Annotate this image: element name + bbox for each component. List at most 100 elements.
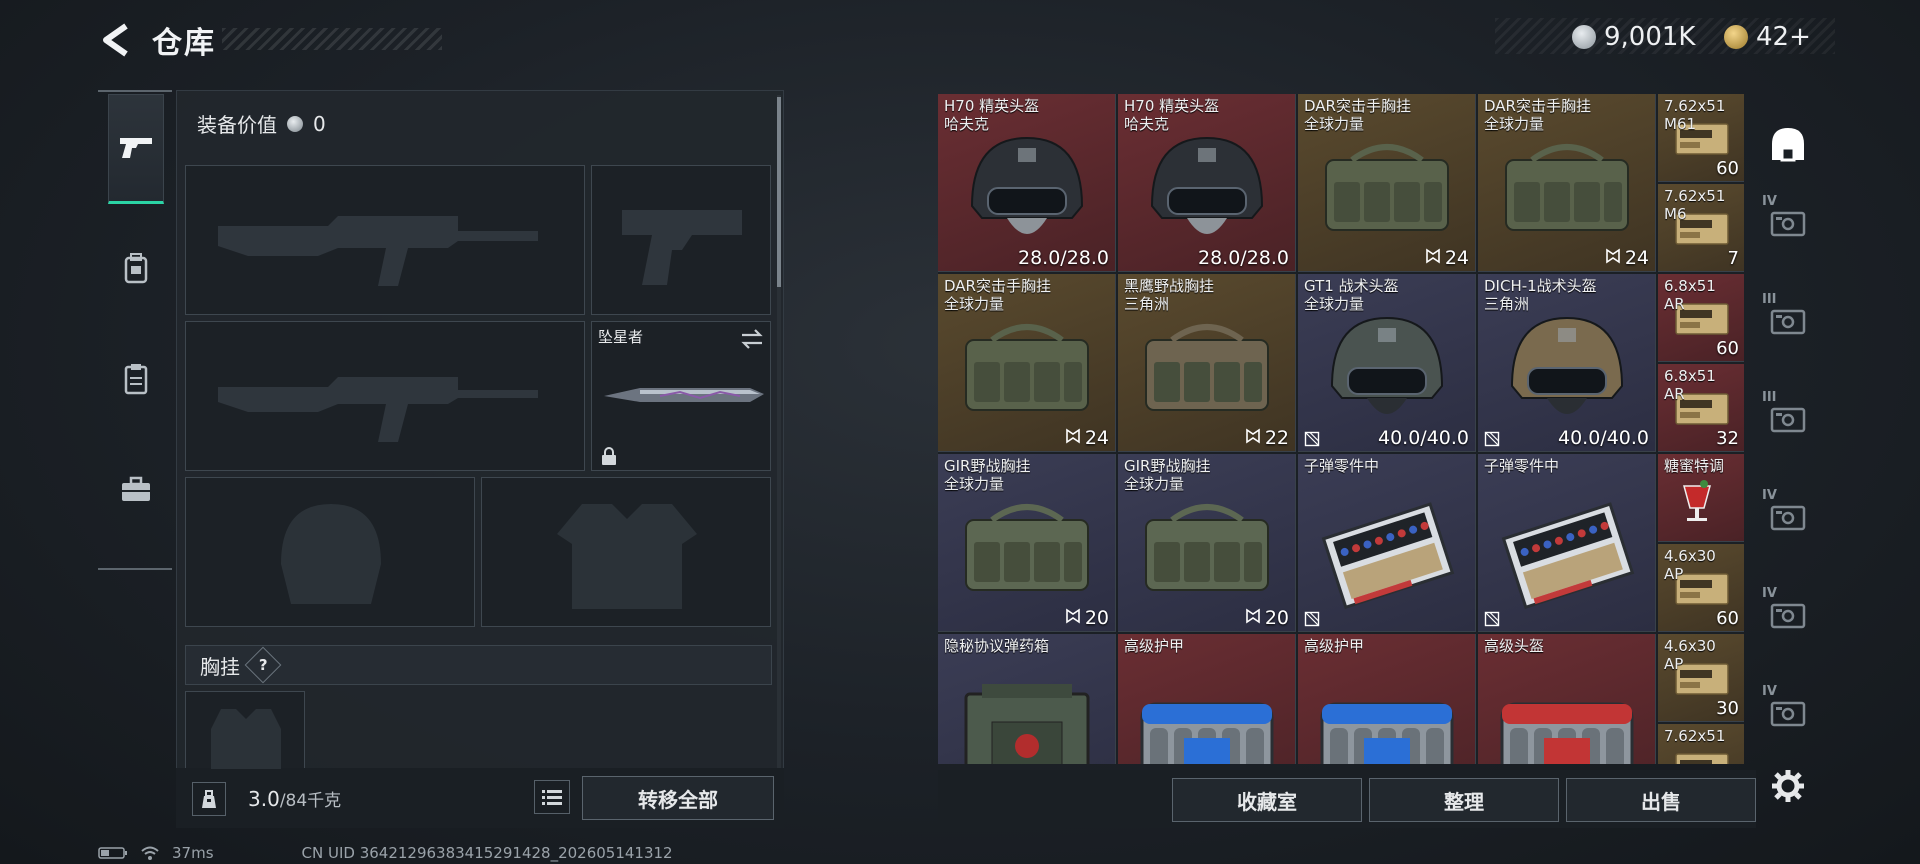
item-name: GT1 战术头盔 <box>1304 277 1399 295</box>
item-value-text: 28.0/28.0 <box>1017 247 1109 269</box>
item-name: GIR野战胸挂 <box>944 457 1031 475</box>
stash-item-cell[interactable]: 高级护甲 <box>1118 634 1296 764</box>
stash-item-cell-small[interactable]: 4.6x30 AP 60 <box>1658 544 1744 632</box>
armor-silhouette-icon <box>557 504 697 609</box>
page-title: 仓库 <box>152 26 216 61</box>
ticket-balance[interactable]: 42+ <box>1724 16 1811 58</box>
stash-item-cell-small[interactable]: 6.8x51 AR 32 <box>1658 364 1744 452</box>
stash-item-cell[interactable]: DAR突击手胸挂 全球力量 24 <box>1298 94 1476 272</box>
pistol-slot[interactable] <box>591 165 771 315</box>
durability-icon <box>1304 611 1320 627</box>
item-variant: AP <box>1664 565 1684 583</box>
stash-item-cell[interactable]: 高级头盔 <box>1478 634 1656 764</box>
rail-all-items[interactable] <box>1762 114 1814 174</box>
item-value-text: 24 <box>1624 247 1649 269</box>
item-value-text: 40.0/40.0 <box>1557 427 1649 449</box>
primary-weapon-slot[interactable] <box>185 165 585 315</box>
rig-green-icon <box>1492 126 1642 260</box>
nav-toolbox[interactable] <box>108 434 164 544</box>
item-name: 7.62x51 <box>1664 97 1726 115</box>
item-maker: 全球力量 <box>944 295 1005 313</box>
stash-item-cell-small[interactable]: 7.62x51 <box>1658 724 1744 764</box>
helmet-tan-icon <box>1492 306 1642 440</box>
nav-chest-rig[interactable] <box>108 324 164 434</box>
helmet-silhouette-icon <box>281 504 381 604</box>
stash-item-cell[interactable]: H70 精英头盔 哈夫克 28.0/28.0 <box>938 94 1116 272</box>
armor-slot[interactable] <box>481 477 771 627</box>
equipment-value-label: 装备价值 <box>197 113 277 137</box>
stash-item-cell[interactable]: 子弹零件中 <box>1478 454 1656 632</box>
rail-tier-filter[interactable]: IV <box>1762 586 1814 646</box>
tier-label: III <box>1762 292 1777 307</box>
melee-slot[interactable]: 坠星者 <box>591 321 771 471</box>
stash-item-cell-small[interactable]: 7.62x51 M6 7 <box>1658 184 1744 272</box>
stash-item-cell[interactable]: DICH-1战术头盔 三角洲 40.0/40.0 <box>1478 274 1656 452</box>
item-name: 7.62x51 <box>1664 187 1726 205</box>
stash-item-cell[interactable]: 子弹零件中 <box>1298 454 1476 632</box>
tier-label: IV <box>1762 488 1777 503</box>
item-value: 28.0/28.0 <box>1018 247 1109 269</box>
loadout-scrollbar-thumb[interactable] <box>777 97 781 287</box>
coin-balance[interactable]: 9,001K <box>1572 16 1695 58</box>
durability-icon <box>1484 431 1500 447</box>
secondary-weapon-slot[interactable] <box>185 321 585 471</box>
rail-tier-filter[interactable]: III <box>1762 390 1814 450</box>
coin-icon <box>287 115 303 132</box>
back-button[interactable] <box>96 20 132 60</box>
transfer-all-button[interactable]: 转移全部 <box>582 776 774 820</box>
help-button[interactable]: ? <box>244 646 282 684</box>
settings-button[interactable] <box>1762 756 1814 816</box>
stash-item-cell-small[interactable]: 6.8x51 AR 60 <box>1658 274 1744 362</box>
tier-label: III <box>1762 390 1777 405</box>
rail-tier-filter[interactable]: IV <box>1762 488 1814 548</box>
ticket-icon <box>1724 25 1748 49</box>
equipment-value: 装备价值 0 <box>197 109 326 138</box>
item-value: 20 <box>1065 607 1109 629</box>
stash-item-cell[interactable]: 高级护甲 <box>1298 634 1476 764</box>
tier-label: IV <box>1762 586 1777 601</box>
tier-label: IV <box>1762 194 1777 209</box>
chest-rig-section-title: 胸挂 <box>200 654 240 679</box>
stash-item-cell[interactable]: DAR突击手胸挂 全球力量 24 <box>1478 94 1656 272</box>
capacity-icon <box>1065 607 1081 629</box>
sort-button[interactable]: 整理 <box>1369 778 1559 822</box>
collection-room-button[interactable]: 收藏室 <box>1172 778 1362 822</box>
stash-item-cell-small[interactable]: 7.62x51 M61 60 <box>1658 94 1744 182</box>
item-value-text: 24 <box>1084 427 1109 449</box>
weight-bag-icon <box>202 790 216 808</box>
nav-armor[interactable] <box>108 214 164 324</box>
item-variant: AR <box>1664 385 1685 403</box>
item-value: 24 <box>1425 247 1469 269</box>
stash-item-cell[interactable]: DAR突击手胸挂 全球力量 24 <box>938 274 1116 452</box>
helmet-slot[interactable] <box>185 477 475 627</box>
item-variant: AP <box>1664 655 1684 673</box>
nav-weapons[interactable] <box>108 94 164 204</box>
swap-icon[interactable] <box>740 328 764 350</box>
back-arrow-icon <box>103 23 128 57</box>
sell-button[interactable]: 出售 <box>1566 778 1756 822</box>
rail-tier-filter[interactable]: IV <box>1762 684 1814 744</box>
item-name: 6.8x51 <box>1664 367 1716 385</box>
stash-footer: 收藏室 整理 出售 <box>938 770 1756 828</box>
rail-tier-filter[interactable]: III <box>1762 292 1814 352</box>
item-maker: 全球力量 <box>1484 115 1545 133</box>
stash-item-cell-small[interactable]: 糖蜜特调 <box>1658 454 1744 542</box>
list-view-button[interactable] <box>534 780 570 814</box>
vest-silhouette-icon <box>211 709 281 769</box>
stash-item-cell[interactable]: 黑鹰野战胸挂 三角洲 22 <box>1118 274 1296 452</box>
stash-item-cell[interactable]: 隐秘协议弹药箱 <box>938 634 1116 764</box>
carry-weight-max: /84千克 <box>279 791 342 811</box>
item-count: 30 <box>1716 698 1739 719</box>
item-name: 隐秘协议弹药箱 <box>944 637 1050 655</box>
stash-item-cell[interactable]: GT1 战术头盔 全球力量 40.0/40.0 <box>1298 274 1476 452</box>
item-value-text: 40.0/40.0 <box>1377 427 1469 449</box>
item-maker: 全球力量 <box>1124 475 1185 493</box>
item-maker: 哈夫克 <box>1124 115 1170 133</box>
loadout-scrollbar[interactable] <box>777 95 781 821</box>
stash-item-cell[interactable]: GIR野战胸挂 全球力量 20 <box>1118 454 1296 632</box>
stash-item-cell[interactable]: GIR野战胸挂 全球力量 20 <box>938 454 1116 632</box>
clipboard-icon <box>124 364 148 395</box>
rail-tier-filter[interactable]: IV <box>1762 194 1814 254</box>
stash-item-cell[interactable]: H70 精英头盔 哈夫克 28.0/28.0 <box>1118 94 1296 272</box>
stash-item-cell-small[interactable]: 4.6x30 AP 30 <box>1658 634 1744 722</box>
